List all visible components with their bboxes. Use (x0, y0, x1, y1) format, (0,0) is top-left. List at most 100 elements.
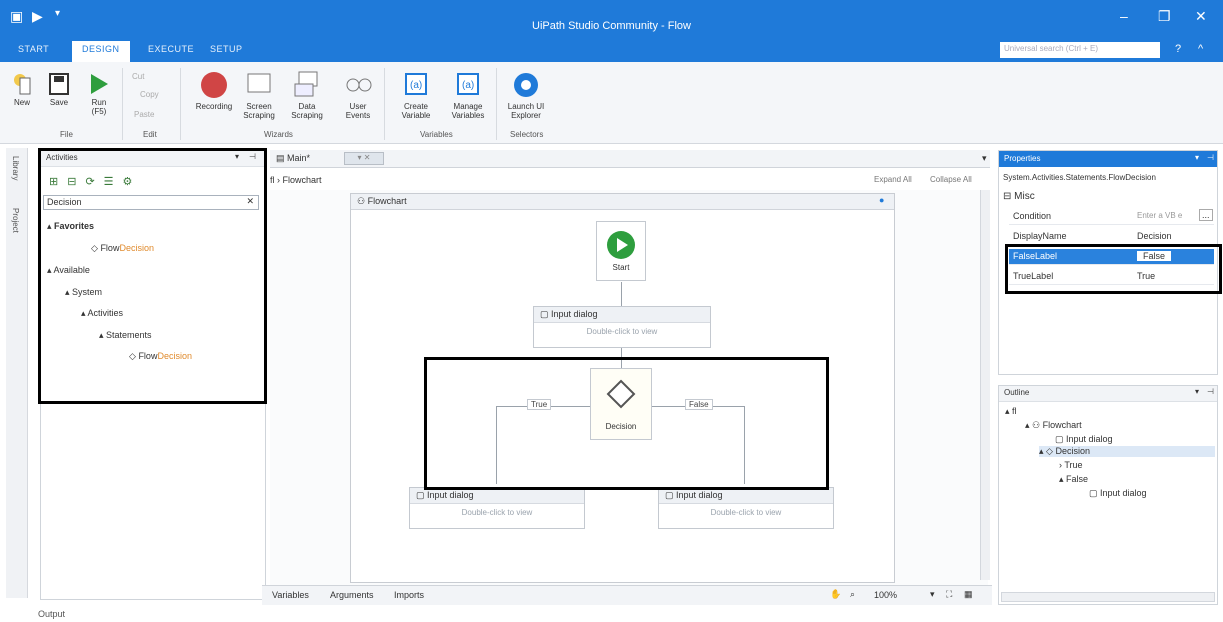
prop-value[interactable]: Decision (1137, 231, 1172, 241)
prop-value[interactable]: Enter a VB e (1137, 211, 1182, 220)
copy-button[interactable]: Copy (140, 90, 159, 99)
pin-icon[interactable]: ⊣ (1207, 387, 1214, 396)
outline-input-dialog[interactable]: ▢ Input dialog (1055, 434, 1113, 445)
outline-input-dialog-2[interactable]: ▢ Input dialog (1089, 488, 1147, 499)
collapse-all-link[interactable]: Collapse All (930, 175, 972, 184)
start-icon (607, 231, 635, 259)
ellipsis-button[interactable]: ... (1199, 209, 1213, 221)
prop-row-falselabel[interactable]: FalseLabel False (1009, 249, 1214, 265)
filter-icon[interactable]: ☰ (104, 176, 123, 188)
breadcrumb-flowchart[interactable]: Flowchart (283, 175, 322, 185)
prop-row-condition[interactable]: Condition Enter a VB e ... (1009, 209, 1214, 225)
zoom-dropdown-icon[interactable]: ▾ (930, 589, 935, 600)
prop-row-displayname[interactable]: DisplayName Decision (1009, 229, 1214, 245)
pan-icon[interactable]: ✋ (830, 589, 841, 600)
prop-row-truelabel[interactable]: TrueLabel True (1009, 269, 1214, 285)
settings-icon[interactable]: ⚙ (123, 176, 142, 188)
zoom-level[interactable]: 100% (874, 590, 897, 600)
outline-title: Outline (1004, 388, 1030, 397)
pin-icon[interactable]: ⊣ (1207, 153, 1214, 162)
input-dialog-false-node[interactable]: ▢ Input dialog Double-click to view (658, 487, 834, 529)
properties-header: Properties ▾ ⊣ (999, 151, 1217, 167)
arguments-tab[interactable]: Arguments (330, 590, 374, 600)
false-branch-label[interactable]: False (685, 399, 713, 410)
tree-statements[interactable]: ▴ Statements (99, 330, 152, 341)
refresh-icon[interactable]: ⟳ (85, 176, 103, 188)
misc-category[interactable]: ⊟ Misc (1003, 191, 1035, 202)
cut-button[interactable]: Cut (132, 72, 144, 81)
true-branch-label[interactable]: True (527, 399, 552, 410)
variables-tab[interactable]: Variables (272, 590, 309, 600)
panel-dropdown-icon[interactable]: ▾ (1195, 153, 1199, 162)
quick-access-dropdown-icon[interactable]: ▾ (55, 8, 60, 19)
manage-variables-button[interactable]: (a) Manage Variables (446, 70, 490, 120)
save-button[interactable]: Save (46, 72, 72, 107)
decision-node[interactable]: Decision (590, 368, 652, 440)
outline-flowchart[interactable]: ▴ ⚇ Flowchart (1025, 420, 1082, 431)
outline-decision[interactable]: ▴ ◇ Decision (1039, 446, 1215, 457)
tree-system[interactable]: ▴ System (65, 287, 102, 298)
tab-library[interactable]: Library (11, 156, 20, 180)
tree-favorites[interactable]: ▴ Favorites (47, 221, 94, 232)
designer-vertical-scrollbar[interactable] (980, 190, 990, 580)
panel-dropdown-icon[interactable]: ▾ (235, 152, 239, 161)
paste-button[interactable]: Paste (134, 110, 154, 119)
universal-search-input[interactable]: Universal search (Ctrl + E) (1000, 42, 1160, 58)
create-variable-button[interactable]: (a) Create Variable (396, 70, 436, 120)
overview-icon[interactable]: ▦ (964, 589, 973, 600)
node-title: ▢ Input dialog (659, 488, 833, 504)
data-scraping-button[interactable]: Data Scraping (290, 70, 324, 120)
breadcrumb-home[interactable]: fl › (270, 175, 280, 185)
zoom-icon[interactable]: ⌕ (850, 589, 855, 600)
panel-dropdown-icon[interactable]: ▾ (1195, 387, 1199, 396)
flowchart-container[interactable]: ⚇ Flowchart ● Start ▢ Input dialog Doubl… (350, 193, 895, 583)
clear-search-icon[interactable]: ✕ (246, 196, 254, 207)
node-hint: Double-click to view (586, 327, 658, 336)
tree-activities[interactable]: ▴ Activities (81, 308, 123, 319)
minimize-icon[interactable]: – (1120, 8, 1128, 24)
designer-dropdown-icon[interactable]: ▾ (982, 153, 987, 164)
outline-horizontal-scrollbar[interactable] (1001, 592, 1215, 602)
tab-execute[interactable]: EXECUTE (148, 44, 194, 54)
tab-overflow-button[interactable]: ▾ ✕ (344, 152, 384, 165)
activities-search-input[interactable]: Decision ✕ (43, 195, 259, 210)
outline-true[interactable]: › True (1059, 460, 1083, 470)
tree-available[interactable]: ▴ Available (47, 265, 90, 276)
output-tab[interactable]: Output (38, 609, 65, 619)
user-events-button[interactable]: User Events (340, 70, 376, 120)
tab-project[interactable]: Project (11, 208, 20, 233)
tree-fav-flow-decision[interactable]: ◇ FlowDecision (91, 243, 154, 254)
tab-design[interactable]: DESIGN (72, 41, 130, 62)
input-dialog-true-node[interactable]: ▢ Input dialog Double-click to view (409, 487, 585, 529)
designer-tabs: ▤ Main* ▾ ✕ ▾ (270, 150, 990, 168)
tab-setup[interactable]: SETUP (210, 44, 243, 54)
expand-all-link[interactable]: Expand All (874, 175, 912, 184)
tab-main[interactable]: ▤ Main* (276, 153, 310, 164)
collapse-all-icon[interactable]: ⊟ (67, 176, 85, 188)
outline-root[interactable]: ▴ fl (1005, 406, 1017, 417)
new-button[interactable]: New (10, 72, 34, 107)
prop-value[interactable]: False (1137, 251, 1172, 261)
start-node[interactable]: Start (596, 221, 646, 281)
close-icon[interactable]: ✕ (1195, 8, 1207, 25)
prop-value[interactable]: True (1137, 271, 1155, 281)
ui-explorer-button[interactable]: Launch UI Explorer (504, 70, 548, 120)
tab-start[interactable]: START (18, 44, 49, 54)
restore-icon[interactable]: ❐ (1158, 8, 1171, 25)
help-icon[interactable]: ? (1175, 43, 1181, 55)
tree-flow-decision[interactable]: ◇ FlowDecision (129, 351, 192, 362)
info-icon[interactable]: ● (879, 195, 884, 205)
recording-button[interactable]: Recording (192, 70, 236, 111)
expand-all-icon[interactable]: ⊞ (49, 176, 67, 188)
prop-name: DisplayName (1013, 231, 1067, 241)
fit-screen-icon[interactable]: ⛶ (946, 589, 952, 600)
prop-name: Condition (1013, 211, 1052, 221)
run-button[interactable]: Run (F5) (84, 72, 114, 116)
outline-false[interactable]: ▴ False (1059, 474, 1088, 485)
input-dialog-node[interactable]: ▢ Input dialog Double-click to view (533, 306, 711, 348)
screen-scraping-button[interactable]: Screen Scraping (242, 70, 276, 120)
pin-icon[interactable]: ⊣ (249, 152, 256, 161)
imports-tab[interactable]: Imports (394, 590, 424, 600)
collapse-ribbon-icon[interactable]: ^ (1198, 43, 1203, 55)
flowchart-title: Flowchart (367, 196, 407, 206)
